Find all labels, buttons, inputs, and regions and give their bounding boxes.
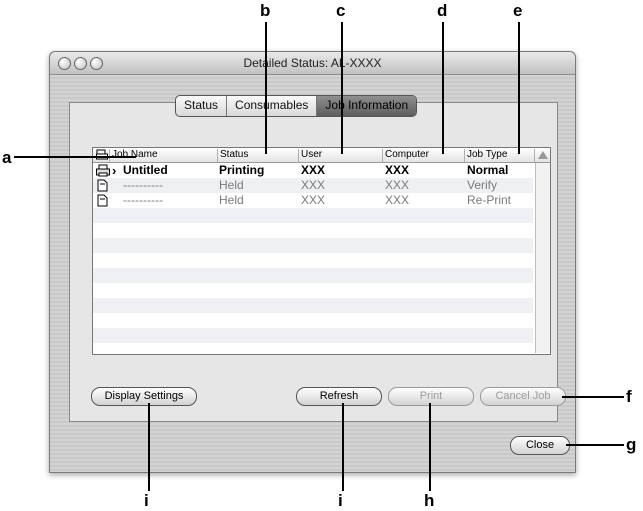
callout-b: b [260,1,271,20]
empty-row [93,313,533,328]
callout-h: h [424,491,435,510]
job-type-cell: Normal [467,163,509,177]
computer-cell: XXX [385,163,410,177]
user-cell: XXX [301,178,326,192]
job-name-cell: Untitled [123,163,168,177]
column-header-user[interactable]: User [298,149,377,162]
job-type-cell: Verify [467,178,498,192]
empty-row [93,298,533,313]
callout-line-a [14,156,136,158]
callout-line-c [341,22,343,154]
callout-e: e [513,1,523,20]
sort-arrow-icon [538,151,548,159]
empty-row [93,223,533,238]
table-body: › Untitled Printing XXX XXX Normal -----… [93,163,533,353]
computer-cell: XXX [385,178,410,192]
tab-status[interactable]: Status [176,96,228,116]
refresh-button[interactable]: Refresh [296,387,382,406]
callout-line-d [442,22,444,154]
callout-line-h [429,403,431,491]
callout-line-i-right [342,403,344,491]
callout-d: d [437,1,448,20]
callout-c: c [336,1,346,20]
tab-consumables[interactable]: Consumables [227,96,318,116]
user-cell: XXX [301,163,326,177]
window-title: Detailed Status: AL-XXXX [243,56,382,70]
column-header-status[interactable]: Status [217,149,294,162]
vertical-scrollbar[interactable] [535,163,550,353]
callout-g: g [626,435,637,454]
column-header-computer[interactable]: Computer [382,149,463,162]
job-name-cell: ---------- [123,178,163,192]
job-table: Job Name Status User Computer Job Type ›… [92,147,551,355]
status-cell: Printing [219,163,265,177]
computer-cell: XXX [385,193,410,207]
callout-line-g [566,444,624,446]
callout-i-right: i [338,491,343,510]
empty-row [93,283,533,298]
callout-a: a [2,148,12,167]
callout-line-e [518,22,520,154]
job-type-cell: Re-Print [467,193,512,207]
empty-row [93,208,533,223]
title-bar[interactable]: Detailed Status: AL-XXXX [50,52,575,75]
close-button[interactable]: Close [510,436,570,455]
table-row[interactable]: › Untitled Printing XXX XXX Normal [93,163,533,178]
current-job-chevron-icon: › [112,163,117,178]
user-cell: XXX [301,193,326,207]
empty-row [93,238,533,253]
status-cell: Held [219,193,244,207]
callout-line-i-left [148,403,150,491]
column-header-job-type[interactable]: Job Type [464,149,537,162]
table-header: Job Name Status User Computer Job Type [93,148,550,163]
table-row[interactable]: ---------- Held XXX XXX Verify [93,178,533,193]
job-name-cell: ---------- [123,193,163,207]
display-settings-button[interactable]: Display Settings [91,387,197,406]
print-button[interactable]: Print [388,387,474,406]
tab-job-information[interactable]: Job Information [317,96,417,116]
callout-line-f [562,396,624,398]
cancel-job-button[interactable]: Cancel Job [480,387,566,406]
callout-f: f [626,387,632,406]
table-row[interactable]: ---------- Held XXX XXX Re-Print [93,193,533,208]
detailed-status-window: Detailed Status: AL-XXXX Status Consumab… [49,51,576,473]
column-header-sort[interactable] [534,149,550,162]
status-cell: Held [219,178,244,192]
empty-row [93,253,533,268]
tab-bar: Status Consumables Job Information [175,95,418,117]
empty-row [93,268,533,283]
empty-row [93,328,533,343]
callout-i-left: i [144,491,149,510]
callout-line-b [265,22,267,154]
